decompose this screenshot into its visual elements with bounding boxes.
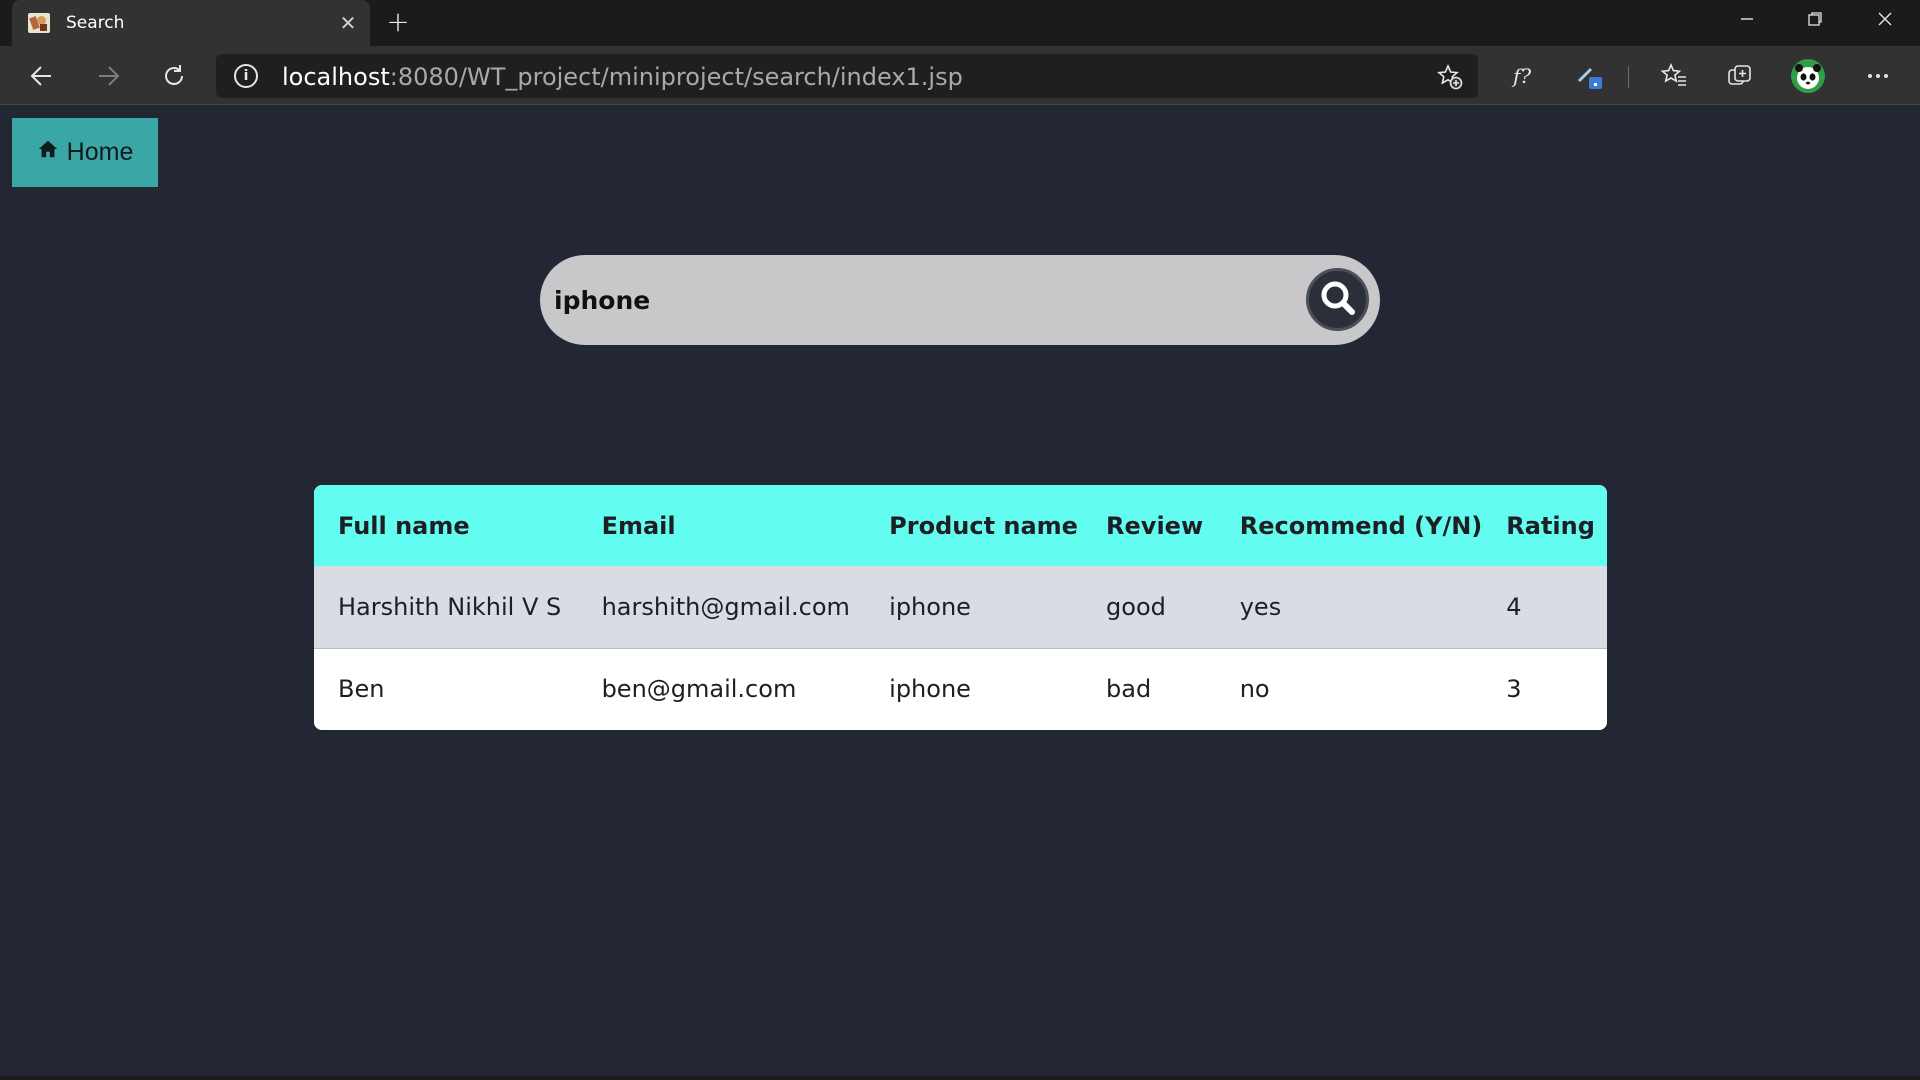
cell-rating: 4 [1482, 566, 1607, 649]
search-input[interactable] [554, 275, 1254, 325]
column-header-review: Review [1082, 485, 1216, 566]
cell-email: ben@gmail.com [577, 648, 866, 730]
tab-close-icon[interactable]: ✕ [337, 12, 359, 34]
browser-titlebar: Search ✕ + [0, 0, 1920, 46]
site-favicon-icon [28, 13, 50, 33]
cell-full-name: Ben [314, 648, 578, 730]
formula-icon[interactable]: f? [1502, 56, 1542, 96]
address-bar[interactable]: i localhost:8080/WT_project/miniproject/… [216, 54, 1478, 98]
home-button[interactable]: Home [12, 118, 158, 187]
url-path: :8080/WT_project/miniproject/search/inde… [389, 63, 963, 91]
window-bottom-edge [0, 1076, 1920, 1080]
url-text: localhost:8080/WT_project/miniproject/se… [282, 63, 963, 91]
cell-recommend: no [1215, 648, 1483, 730]
browser-tab[interactable]: Search ✕ [12, 0, 370, 46]
extension-icon[interactable] [1570, 56, 1610, 96]
forward-arrow-icon[interactable] [88, 56, 128, 96]
reviews-table: Full name Email Product name Review Reco… [314, 485, 1607, 730]
add-favorite-icon[interactable] [1436, 63, 1464, 91]
table-row: Ben ben@gmail.com iphone bad no 3 [314, 648, 1607, 730]
column-header-email: Email [577, 485, 866, 566]
cell-full-name: Harshith Nikhil V S [314, 566, 578, 649]
column-header-full-name: Full name [314, 485, 578, 566]
column-header-rating: Rating [1482, 485, 1607, 566]
more-menu-icon[interactable] [1858, 56, 1898, 96]
cell-review: bad [1082, 648, 1216, 730]
restore-window-icon[interactable] [1792, 6, 1838, 38]
page-content: Home Full name Email Product name Review… [0, 106, 1920, 1080]
cell-product-name: iphone [865, 648, 1083, 730]
cell-rating: 3 [1482, 648, 1607, 730]
cell-email: harshith@gmail.com [577, 566, 866, 649]
collections-icon[interactable] [1720, 56, 1760, 96]
home-icon [37, 138, 59, 167]
new-tab-button[interactable]: + [383, 8, 413, 38]
favorites-icon[interactable] [1654, 56, 1694, 96]
search-button[interactable] [1306, 268, 1369, 331]
table-row: Harshith Nikhil V S harshith@gmail.com i… [314, 566, 1607, 649]
url-host: localhost [282, 63, 390, 91]
table-header-row: Full name Email Product name Review Reco… [314, 485, 1607, 566]
cell-review: good [1082, 566, 1216, 649]
column-header-recommend: Recommend (Y/N) [1215, 485, 1483, 566]
search-bar [540, 255, 1380, 345]
column-header-product-name: Product name [865, 485, 1083, 566]
back-arrow-icon[interactable] [22, 56, 62, 96]
profile-avatar-icon[interactable] [1788, 56, 1828, 96]
minimize-window-icon[interactable] [1724, 6, 1770, 38]
tab-title: Search [66, 13, 125, 33]
cell-product-name: iphone [865, 566, 1083, 649]
info-icon[interactable]: i [234, 64, 258, 88]
search-icon [1318, 278, 1358, 322]
cell-recommend: yes [1215, 566, 1483, 649]
toolbar-divider [1628, 66, 1629, 88]
close-window-icon[interactable] [1862, 6, 1908, 38]
svg-text:f?: f? [1511, 64, 1531, 88]
home-button-label: Home [66, 138, 134, 166]
browser-toolbar: i localhost:8080/WT_project/miniproject/… [0, 46, 1920, 105]
refresh-icon[interactable] [154, 56, 194, 96]
